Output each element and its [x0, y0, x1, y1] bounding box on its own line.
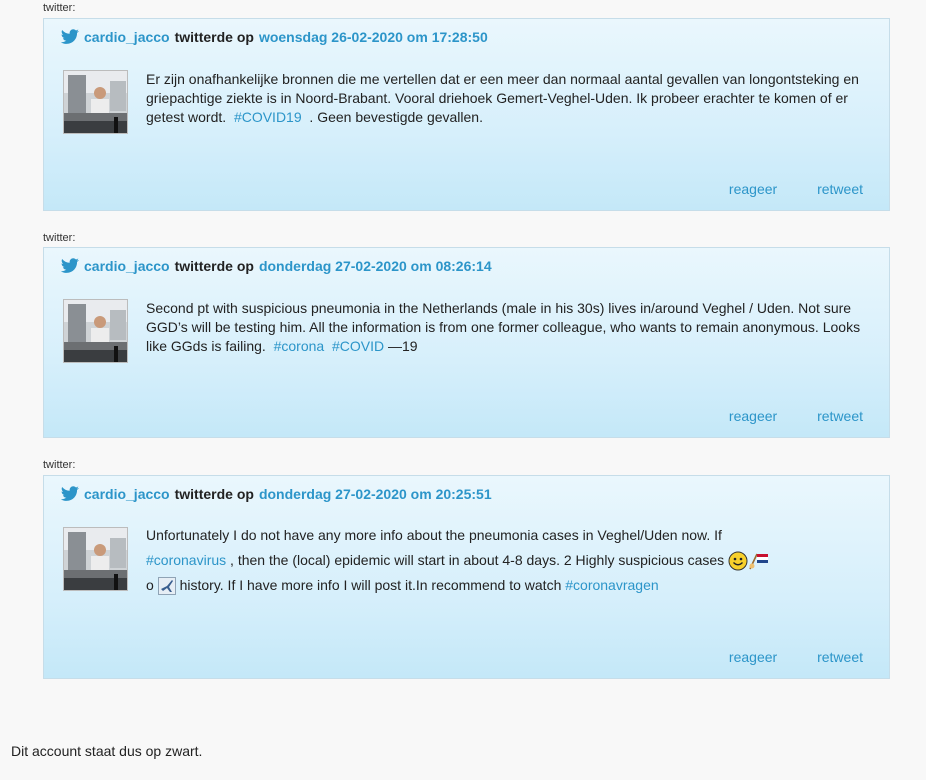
source-label: twitter: [43, 232, 76, 244]
tweeted-on-text: twitterde op [174, 486, 254, 502]
author-handle-link[interactable]: cardio_jacco [84, 486, 170, 502]
hashtag-link[interactable]: #corona [274, 338, 325, 354]
tweet-card: cardio_jacco twitterde op donderdag 27-0… [43, 247, 890, 438]
retweet-link[interactable]: retweet [817, 408, 863, 424]
tweet-date-link[interactable]: donderdag 27-02-2020 om 20:25:51 [259, 486, 492, 502]
tweet-text: Er zijn onafhankelijke bronnen die me ve… [146, 70, 876, 127]
twitter-bird-icon [60, 29, 79, 44]
twitter-bird-icon [60, 486, 79, 501]
tweet-date-link[interactable]: woensdag 26-02-2020 om 17:28:50 [259, 29, 488, 45]
avatar [63, 70, 128, 134]
source-label: twitter: [43, 459, 76, 471]
hashtag-link[interactable]: #coronavragen [565, 577, 658, 593]
source-label: twitter: [43, 2, 76, 14]
tweet-body-text: . Geen bevestigde gevallen. [309, 109, 483, 125]
retweet-link[interactable]: retweet [817, 181, 863, 197]
tweet-body-text: o [146, 577, 154, 593]
tweet-header: cardio_jacco twitterde op donderdag 27-0… [60, 258, 492, 274]
airplane-emoji-icon [157, 577, 176, 596]
tweet-card: cardio_jacco twitterde op donderdag 27-0… [43, 475, 890, 679]
footer-note: Dit account staat dus op zwart. [11, 743, 203, 759]
hashtag-link[interactable]: #COVID [332, 338, 384, 354]
tweet-body-text: history. If I have more info I will post… [179, 577, 562, 593]
tweet-actions: reageer retweet [693, 649, 863, 665]
author-handle-link[interactable]: cardio_jacco [84, 29, 170, 45]
tweeted-on-text: twitterde op [174, 258, 254, 274]
hashtag-link[interactable]: #coronavirus [146, 552, 226, 568]
tweet-actions: reageer retweet [693, 181, 863, 197]
reply-link[interactable]: reageer [729, 181, 777, 197]
tweet-header: cardio_jacco twitterde op donderdag 27-0… [60, 486, 492, 502]
tweet-header: cardio_jacco twitterde op woensdag 26-02… [60, 29, 488, 45]
avatar [63, 527, 128, 591]
reply-link[interactable]: reageer [729, 408, 777, 424]
tweet-actions: reageer retweet [693, 408, 863, 424]
twitter-bird-icon [60, 258, 79, 273]
retweet-link[interactable]: retweet [817, 649, 863, 665]
tweet-date-link[interactable]: donderdag 27-02-2020 om 08:26:14 [259, 258, 492, 274]
reply-link[interactable]: reageer [729, 649, 777, 665]
smiley-emoji-icon [728, 551, 748, 571]
hashtag-link[interactable]: #COVID19 [234, 109, 302, 125]
tweeted-on-text: twitterde op [174, 29, 254, 45]
avatar [63, 299, 128, 363]
tweet-text: Unfortunately I do not have any more inf… [146, 523, 876, 598]
tweet-body-text: , then the (local) epidemic will start i… [230, 552, 725, 568]
tweet-body-text: Unfortunately I do not have any more inf… [146, 527, 722, 543]
tweet-text: Second pt with suspicious pneumonia in t… [146, 299, 876, 356]
tweet-body-text: Second pt with suspicious pneumonia in t… [146, 300, 861, 354]
tweet-body-text: —19 [388, 338, 418, 354]
dutch-flag-emoji-icon [749, 553, 769, 570]
tweet-card: cardio_jacco twitterde op woensdag 26-02… [43, 18, 890, 211]
author-handle-link[interactable]: cardio_jacco [84, 258, 170, 274]
